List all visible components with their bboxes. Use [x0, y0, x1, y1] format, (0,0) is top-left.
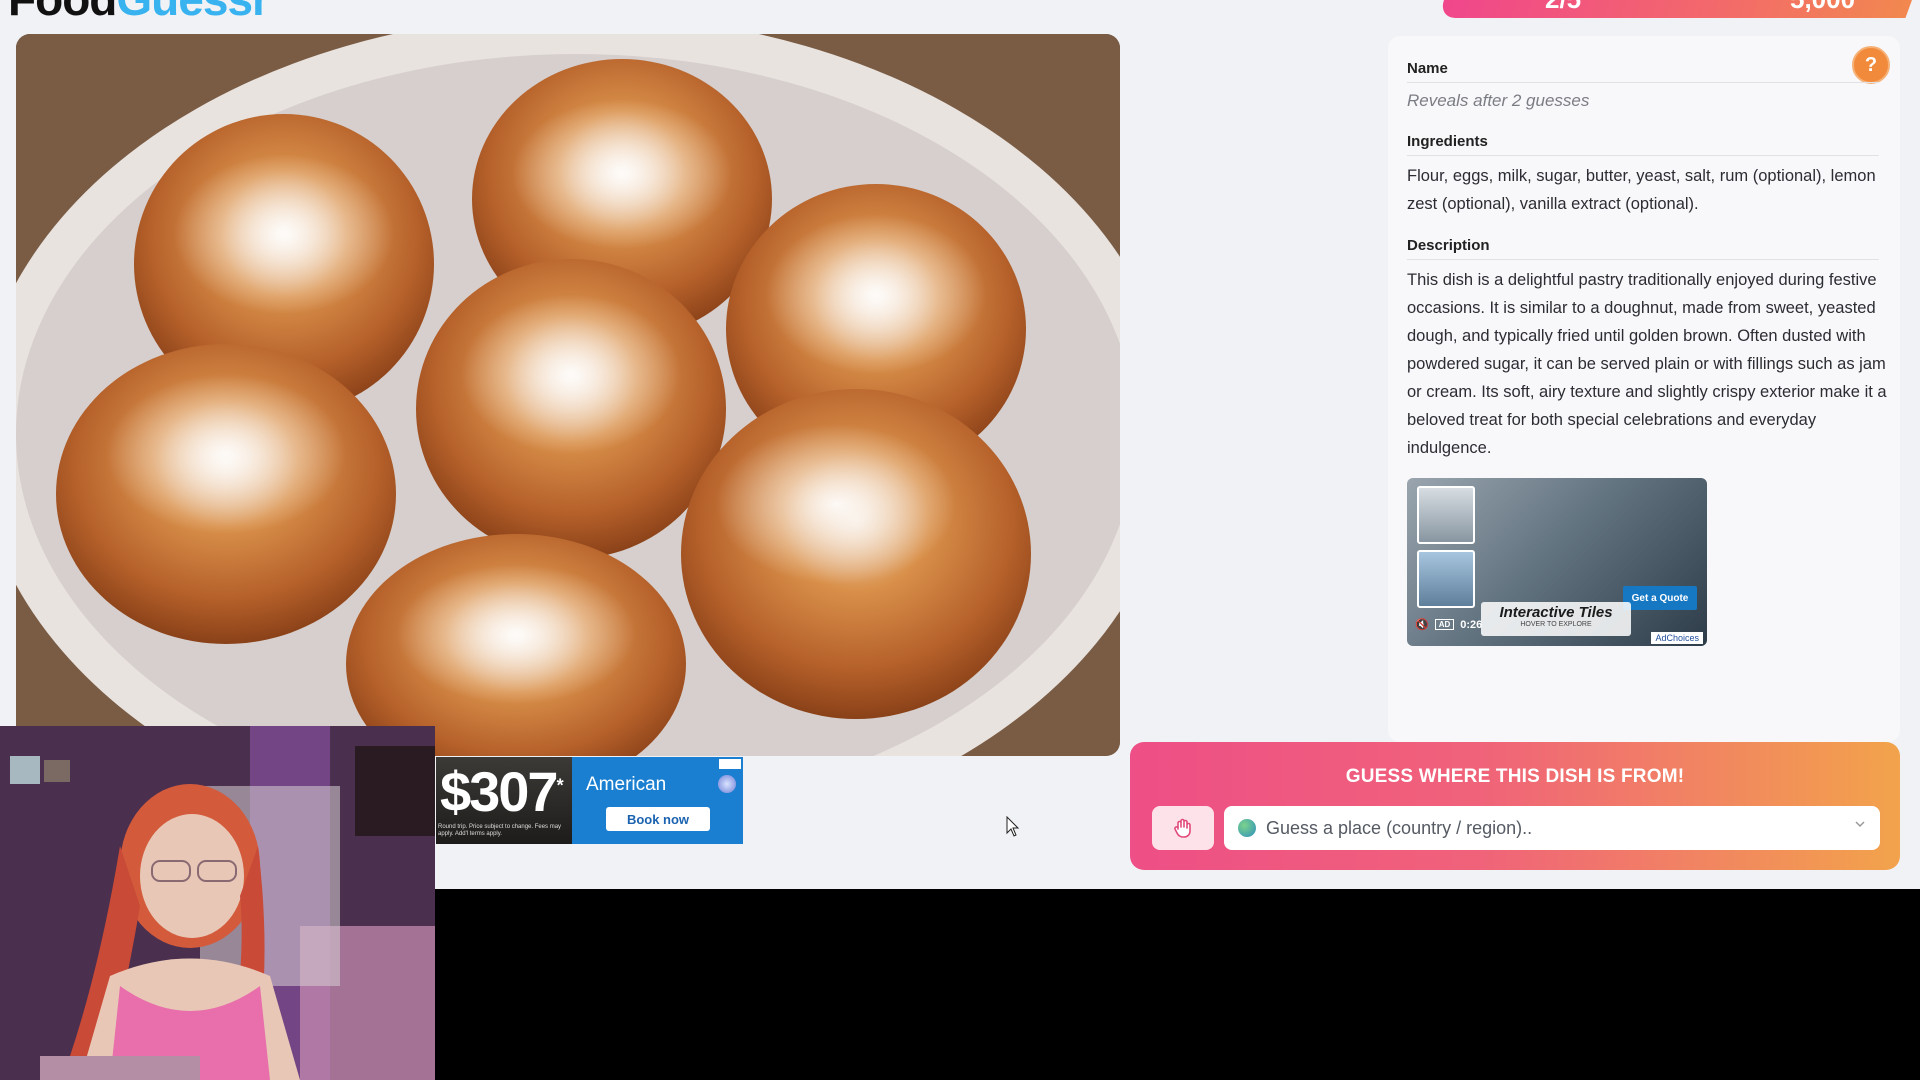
- get-quote-button[interactable]: Get a Quote: [1623, 586, 1697, 610]
- name-label: Name: [1407, 60, 1448, 77]
- divider: [1407, 259, 1879, 260]
- banner-brand: American: [586, 774, 667, 795]
- banner-brand-panel: American Book now: [572, 757, 743, 844]
- banner-price: $307*: [440, 760, 564, 823]
- name-hint: Reveals after 2 guesses: [1407, 91, 1590, 110]
- webcam-drawing: [0, 726, 435, 1080]
- globe-icon: [1238, 819, 1256, 837]
- guess-title: GUESS WHERE THIS DISH IS FROM!: [1345, 766, 1685, 787]
- description-label: Description: [1407, 237, 1490, 254]
- guess-panel: GUESS WHERE THIS DISH IS FROM! Guess a p…: [1130, 742, 1900, 870]
- ad-controls: 🔇 AD 0:26: [1415, 618, 1483, 632]
- ad-thumbnail[interactable]: [1417, 550, 1475, 608]
- banner-price-panel: $307* Round trip. Price subject to chang…: [436, 757, 572, 844]
- logo-word-food: Food: [8, 0, 117, 25]
- banner-ad[interactable]: $307* Round trip. Price subject to chang…: [436, 757, 743, 844]
- divider: [1407, 82, 1879, 83]
- book-now-button[interactable]: Book now: [606, 807, 710, 831]
- hint-button[interactable]: [1152, 806, 1214, 850]
- logo-word-guessr: Guessr: [116, 0, 270, 25]
- help-icon: ?: [1864, 53, 1878, 76]
- ad-thumbnail[interactable]: [1417, 486, 1475, 544]
- video-ad[interactable]: Get a Quote Interactive Tiles HOVER TO E…: [1407, 478, 1707, 646]
- webcam-overlay: [0, 726, 435, 1080]
- ingredients-label: Ingredients: [1407, 133, 1488, 150]
- logo[interactable]: FoodGuessr: [8, 0, 270, 26]
- chevron-down-icon[interactable]: [1854, 818, 1866, 830]
- help-button[interactable]: ?: [1852, 46, 1890, 84]
- banner-fine-print: Round trip. Price subject to change. Fee…: [438, 824, 562, 837]
- ad-badge: AD: [1434, 619, 1455, 630]
- ad-flag-icon[interactable]: [719, 759, 741, 769]
- ad-time: 0:26: [1460, 618, 1483, 631]
- divider: [1407, 155, 1879, 156]
- ingredients-text: Flour, eggs, milk, sugar, butter, yeast,…: [1407, 167, 1876, 213]
- dish-photo: [16, 34, 1120, 756]
- ad-tiles-caption: Interactive Tiles HOVER TO EXPLORE: [1481, 602, 1631, 636]
- dish-photo-drawing: [16, 34, 1120, 756]
- place-search-placeholder: Guess a place (country / region)..: [1266, 817, 1533, 838]
- cursor-icon: [1006, 816, 1020, 837]
- score-points: 5,000: [1790, 0, 1855, 15]
- airline-logo-icon: [718, 775, 736, 793]
- place-search-input[interactable]: Guess a place (country / region)..: [1224, 806, 1880, 850]
- adchoices-link[interactable]: AdChoices: [1651, 632, 1703, 644]
- mute-icon[interactable]: 🔇: [1415, 618, 1429, 631]
- hand-icon: [1174, 818, 1191, 838]
- description-text: This dish is a delightful pastry traditi…: [1407, 271, 1887, 457]
- ad-tiles-title: Interactive Tiles: [1499, 604, 1613, 621]
- round-counter: 2/5: [1545, 0, 1581, 15]
- ad-tiles-subtitle: HOVER TO EXPLORE: [1520, 621, 1592, 628]
